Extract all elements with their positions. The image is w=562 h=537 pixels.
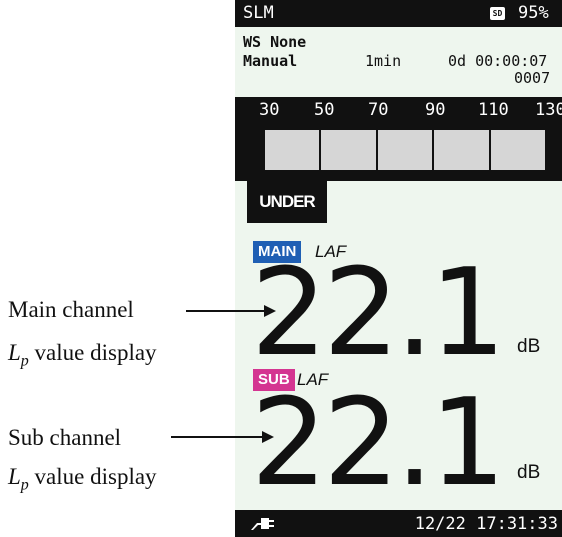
measure-interval: 1min (365, 52, 402, 70)
store-mode: Manual (243, 52, 298, 70)
bar-graph-cell (490, 130, 546, 170)
scale-label: 30 (259, 100, 280, 120)
ac-power-plug-icon (251, 518, 274, 530)
scale-label: 70 (368, 100, 389, 120)
mode-label: SLM (243, 3, 274, 23)
scale-label: 110 (478, 100, 509, 120)
scale-labels: 30 50 70 90 110 130 (235, 100, 562, 122)
store-count: 0007 (514, 69, 551, 87)
scale-label: 130 (535, 100, 562, 120)
level-bar-graph: 30 50 70 90 110 130 (235, 97, 562, 181)
bar-graph-cell (321, 130, 376, 170)
wind-screen-setting: WS None (243, 33, 307, 51)
device-screen: SLM SD 95% WS None Manual 1min 0d 00:00:… (235, 0, 562, 537)
bar-graph-cells (265, 130, 546, 170)
bottom-status-bar: 12/22 17:31:33 (235, 510, 562, 537)
main-unit: dB (517, 336, 541, 357)
battery-level: 95% (518, 3, 549, 23)
sub-lp-value: 22.1 (250, 374, 506, 513)
sd-card-icon: SD (490, 7, 505, 20)
bar-graph-cell (265, 130, 320, 170)
measurement-info: WS None Manual 1min 0d 00:00:07 0007 (243, 27, 562, 97)
sub-callout-line2: Lp value display (8, 464, 157, 494)
status-bar: SLM SD 95% (235, 0, 562, 27)
bar-graph-cell (377, 130, 433, 170)
main-callout-line1: Main channel (8, 297, 134, 322)
main-lp-value: 22.1 (250, 244, 506, 383)
sub-callout-arrow (171, 431, 274, 443)
scale-label: 50 (314, 100, 335, 120)
sub-unit: dB (517, 462, 541, 483)
bar-graph-cell (434, 130, 489, 170)
date-time: 12/22 17:31:33 (414, 514, 558, 534)
under-range-indicator: UNDER (247, 181, 327, 223)
sub-callout-line1: Sub channel (8, 425, 122, 450)
scale-label: 90 (425, 100, 446, 120)
elapsed-time: 0d 00:00:07 (448, 52, 548, 70)
main-callout-line2: Lp value display (8, 340, 157, 370)
main-callout-arrow (186, 305, 276, 317)
